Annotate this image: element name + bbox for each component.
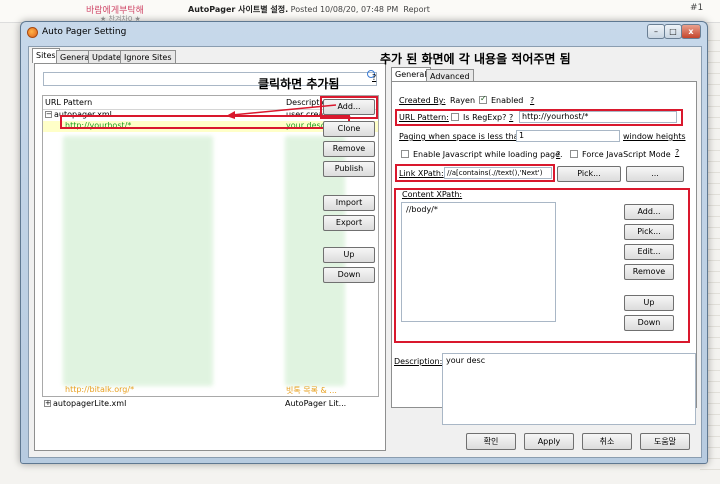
title-bar[interactable]: Auto Pager Setting – □ x — [21, 22, 707, 44]
maximize-button[interactable]: □ — [664, 24, 682, 39]
post-meta: Posted 10/08/20, 07:48 PM — [290, 5, 399, 14]
minimize-button[interactable]: – — [647, 24, 665, 39]
expand-icon[interactable]: + — [44, 400, 51, 407]
publish-button[interactable]: Publish — [323, 161, 375, 177]
import-button[interactable]: Import — [323, 195, 375, 211]
help-icon[interactable]: ? — [372, 73, 376, 82]
link-xpath-more-button[interactable]: ... — [626, 166, 684, 182]
remove-site-button[interactable]: Remove — [323, 141, 375, 157]
last-desc: 빗톡 목록 & ... — [286, 386, 337, 395]
export-button[interactable]: Export — [323, 215, 375, 231]
apply-button[interactable]: Apply — [524, 433, 574, 450]
group2-name[interactable]: autopagerLite.xml — [53, 399, 126, 408]
content-xpath-remove-button[interactable]: Remove — [624, 264, 674, 280]
window-title: Auto Pager Setting — [42, 27, 127, 37]
auto-pager-setting-window: Auto Pager Setting – □ x Sites General U… — [20, 21, 708, 464]
group2-desc: AutoPager Lit... — [285, 399, 347, 408]
post-number: #1 — [690, 3, 704, 13]
collapse-icon[interactable]: − — [45, 111, 52, 118]
tab-ignore-sites[interactable]: Ignore Sites — [120, 50, 176, 63]
help-button[interactable]: 도움말 — [640, 433, 690, 450]
content-xpath-edit-button[interactable]: Edit... — [624, 244, 674, 260]
enable-js-checkbox[interactable] — [401, 150, 409, 158]
cancel-button[interactable]: 취소 — [582, 433, 632, 450]
clone-button[interactable]: Clone — [323, 121, 375, 137]
last-url-pattern[interactable]: http://bitalk.org/* — [65, 385, 134, 394]
paging-input[interactable]: 1 — [516, 130, 620, 142]
enabled-help-icon[interactable]: ? — [530, 96, 534, 105]
firefox-icon — [27, 27, 38, 38]
is-regexp-label: Is RegExp? — [463, 113, 507, 122]
content-xpath-down-button[interactable]: Down — [624, 315, 674, 331]
link-xpath-label: Link XPath: — [399, 169, 444, 178]
force-js-checkbox[interactable] — [570, 150, 578, 158]
pick-link-button[interactable]: Pick... — [557, 166, 621, 182]
url-pattern-input[interactable]: http://yourhost/* — [519, 111, 677, 123]
annotation-click-add: 클릭하면 추가됨 — [258, 77, 340, 91]
annotation-arrow — [226, 104, 337, 119]
enable-js-label: Enable Javascript while loading page. — [413, 150, 563, 159]
created-by-label: Created By: — [399, 96, 446, 105]
created-by-value: Rayen — [450, 96, 476, 105]
enabled-label: Enabled — [491, 96, 524, 105]
description-text: your desc — [446, 356, 486, 365]
col-url-pattern[interactable]: URL Pattern — [45, 98, 92, 107]
paging-unit: window heights — [623, 132, 686, 141]
move-down-button[interactable]: Down — [323, 267, 375, 283]
is-regexp-checkbox[interactable] — [451, 113, 459, 121]
forum-post-line: AutoPager 사이트별 설정. Posted 10/08/20, 07:4… — [188, 4, 430, 15]
tab-general-settings[interactable]: General — [391, 67, 431, 82]
paging-label: Paging when space is less than — [399, 132, 524, 141]
post-title: AutoPager 사이트별 설정. — [188, 5, 289, 14]
force-js-help-icon[interactable]: ? — [675, 148, 679, 157]
url-pattern-label: URL Pattern: — [399, 113, 449, 122]
close-button[interactable]: x — [681, 24, 701, 39]
link-xpath-input[interactable]: //a[contains(.//text(),'Next') — [444, 167, 552, 179]
content-xpath-add-button[interactable]: Add... — [624, 204, 674, 220]
content-xpath-up-button[interactable]: Up — [624, 295, 674, 311]
blurred-url-list — [63, 136, 213, 386]
list-footer: + autopagerLite.xml AutoPager Lit... — [42, 396, 377, 412]
move-up-button[interactable]: Up — [323, 247, 375, 263]
regexp-help-icon[interactable]: ? — [509, 113, 513, 122]
content-xpath-item[interactable]: //body/* — [406, 205, 438, 214]
content-xpath-list[interactable]: //body/* — [401, 202, 556, 322]
description-input[interactable]: your desc — [442, 353, 696, 425]
report-link[interactable]: Report — [403, 5, 430, 14]
description-label: Description: — [394, 357, 443, 366]
content-xpath-pick-button[interactable]: Pick... — [624, 224, 674, 240]
enabled-checkbox[interactable] — [479, 94, 487, 104]
dialog-client-area: Sites General Update Ignore Sites ? URL … — [28, 46, 702, 458]
enable-js-help-icon[interactable]: ? — [556, 150, 560, 159]
content-xpath-label: Content XPath: — [401, 190, 464, 199]
annotation-fill-in: 추가 된 화면에 각 내용을 적어주면 됨 — [380, 52, 571, 66]
force-js-label: Force JavaScript Mode — [582, 150, 671, 159]
ok-button[interactable]: 확인 — [466, 433, 516, 450]
